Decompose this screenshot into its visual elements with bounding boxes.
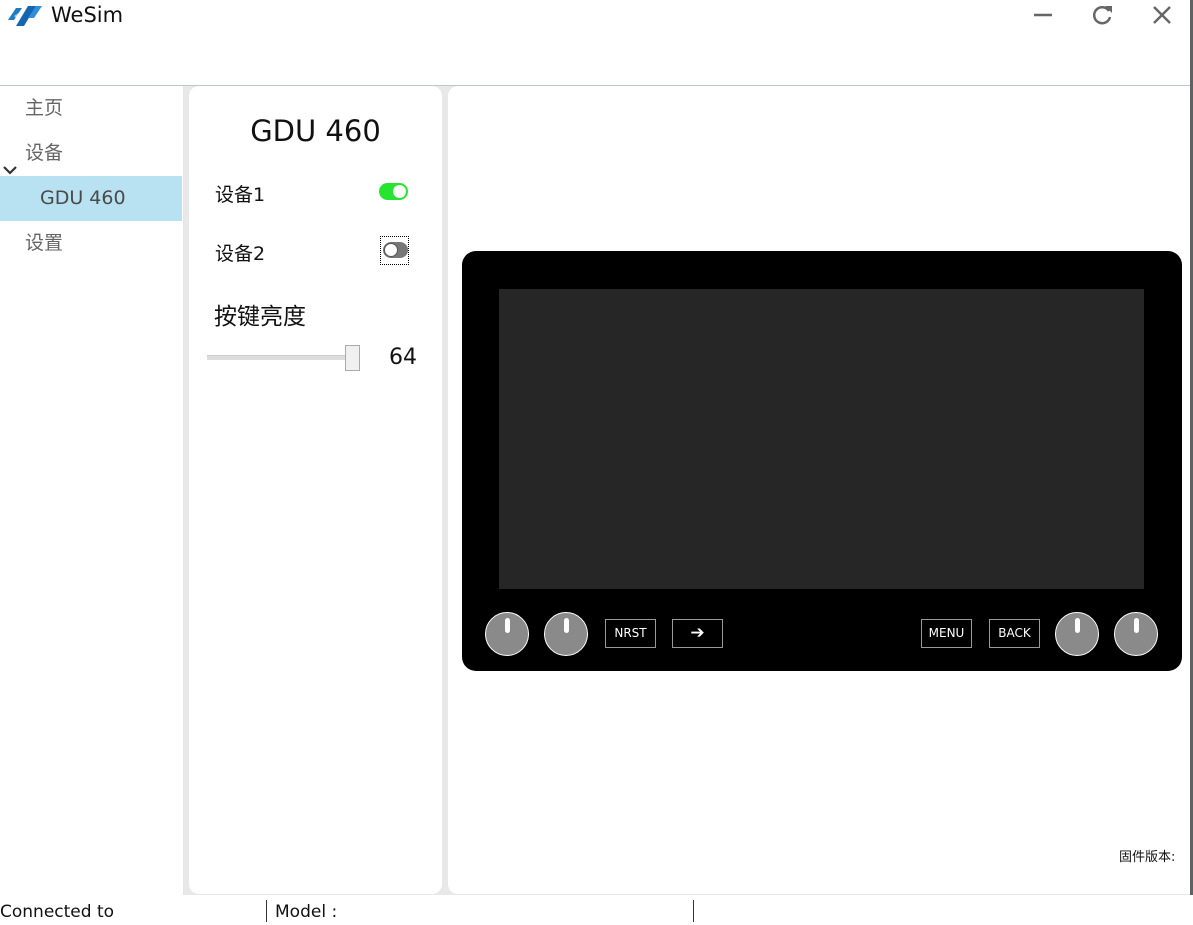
chevron-down-icon[interactable] bbox=[3, 147, 17, 175]
gdu-device-bezel: NRST ➔ MENU BACK bbox=[462, 251, 1182, 671]
title-bar: WeSim bbox=[0, 0, 1193, 86]
panel-title: GDU 460 bbox=[250, 114, 381, 148]
brightness-slider-track[interactable] bbox=[207, 355, 357, 360]
minimize-icon[interactable] bbox=[1030, 2, 1056, 28]
sidebar-item-settings[interactable]: 设置 bbox=[0, 221, 182, 266]
nrst-button[interactable]: NRST bbox=[605, 619, 656, 648]
menu-button[interactable]: MENU bbox=[921, 619, 972, 648]
brightness-label: 按键亮度 bbox=[214, 304, 306, 330]
firmware-version-label: 固件版本: bbox=[1119, 850, 1176, 865]
sidebar-item-devices[interactable]: 设备 bbox=[0, 131, 182, 176]
rotary-knob[interactable] bbox=[544, 612, 588, 656]
close-icon[interactable] bbox=[1149, 2, 1175, 28]
device-settings-panel: GDU 460 设备1 设备2 按键亮度 64 bbox=[189, 86, 442, 894]
sidebar-item-gdu-460[interactable]: GDU 460 bbox=[0, 176, 182, 221]
rotary-knob[interactable] bbox=[1055, 612, 1099, 656]
model-status: Model : bbox=[275, 902, 338, 922]
direct-to-arrow-button[interactable]: ➔ bbox=[672, 619, 723, 648]
knob-indicator bbox=[1075, 618, 1080, 633]
sidebar-item-label: 主页 bbox=[25, 97, 64, 119]
status-separator bbox=[266, 900, 267, 922]
device-view-panel: NRST ➔ MENU BACK 固件版本: bbox=[448, 86, 1190, 894]
status-separator bbox=[693, 900, 694, 922]
back-button[interactable]: BACK bbox=[989, 619, 1040, 648]
knob-indicator bbox=[564, 618, 569, 633]
toggle-knob bbox=[393, 185, 406, 198]
status-bar: Connected to Model : bbox=[0, 895, 1193, 925]
sidebar: 主页 设备 GDU 460 设置 bbox=[0, 86, 184, 895]
device2-label: 设备2 bbox=[215, 243, 266, 265]
sidebar-item-label: GDU 460 bbox=[40, 187, 126, 209]
rotary-knob[interactable] bbox=[485, 612, 529, 656]
device1-toggle[interactable] bbox=[379, 183, 408, 200]
connection-status: Connected to bbox=[0, 902, 115, 922]
app-title: WeSim bbox=[51, 3, 124, 27]
device-screen[interactable] bbox=[499, 289, 1144, 589]
toggle-knob bbox=[384, 243, 398, 257]
sidebar-item-home[interactable]: 主页 bbox=[0, 86, 182, 131]
device2-toggle[interactable] bbox=[383, 242, 408, 258]
brightness-slider-thumb[interactable] bbox=[345, 345, 360, 371]
device1-label: 设备1 bbox=[215, 184, 266, 206]
refresh-icon[interactable] bbox=[1089, 2, 1115, 28]
sidebar-item-label: 设备 bbox=[25, 142, 64, 164]
rotary-knob[interactable] bbox=[1114, 612, 1158, 656]
knob-indicator bbox=[1134, 618, 1139, 633]
brightness-value: 64 bbox=[389, 345, 417, 370]
knob-indicator bbox=[505, 618, 510, 633]
sidebar-item-label: 设置 bbox=[25, 232, 64, 254]
wesim-logo-icon bbox=[6, 2, 42, 30]
